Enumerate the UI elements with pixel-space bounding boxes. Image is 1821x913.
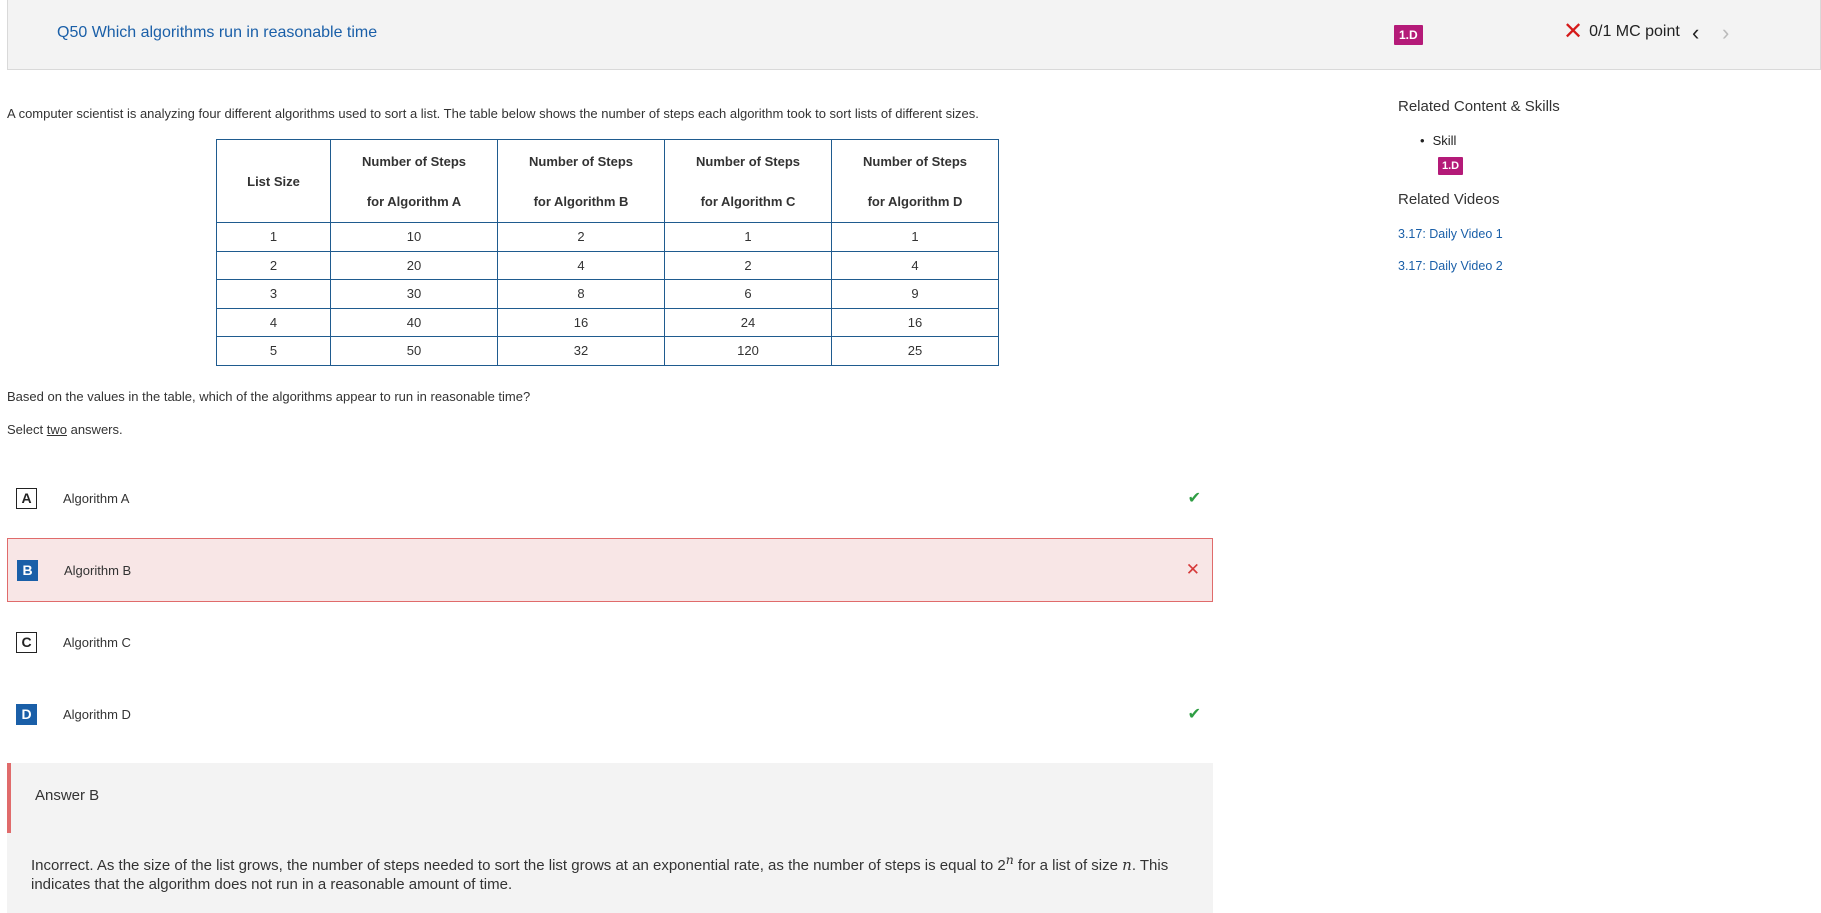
table-cell: 1 [216,222,331,252]
table-cell: 16 [831,307,999,337]
header-algorithm-c: Number of Steps for Algorithm C [664,139,832,223]
feedback-title: Answer B [35,787,100,804]
score-display: ✕ 0/1 MC point [1563,18,1680,45]
table-cell: 50 [330,336,498,366]
table-cell: 120 [664,336,832,366]
score-text: 0/1 MC point [1589,23,1680,40]
chevron-right-icon[interactable]: › [1722,20,1729,46]
question-title[interactable]: Q50 Which algorithms run in reasonable t… [57,24,377,42]
steps-table: List Size Number of Steps for Algorithm A… [216,139,999,366]
question-prompt: Based on the values in the table, which … [7,389,531,404]
table-cell: 4 [216,307,331,337]
table-cell: 9 [831,279,999,309]
header-list-size: List Size [216,139,331,223]
feedback-text: Incorrect. As the size of the list grows… [31,852,1169,893]
table-cell: 30 [330,279,498,309]
option-label: Algorithm A [63,490,130,506]
table-cell: 20 [330,250,498,280]
option-label: Algorithm C [63,634,131,650]
answer-option-c[interactable]: C Algorithm C [7,610,1213,674]
answer-option-d[interactable]: D Algorithm D ✔ [7,682,1213,746]
table-cell: 40 [330,307,498,337]
table-row: 3 30 8 6 9 [216,279,999,309]
close-icon: ✕ [1185,560,1200,579]
header-algorithm-b: Number of Steps for Algorithm B [497,139,665,223]
question-intro: A computer scientist is analyzing four d… [7,106,979,121]
video-link[interactable]: 3.17: Daily Video 2 [1398,259,1503,273]
related-videos-heading: Related Videos [1398,191,1500,208]
table-cell: 2 [497,222,665,252]
table-row: 2 20 4 2 4 [216,250,999,280]
table-header-row: List Size Number of Steps for Algorithm A… [216,139,999,223]
table-cell: 4 [497,250,665,280]
skill-list-item: Skill [1420,133,1457,148]
option-letter: D [16,703,37,725]
skill-badge: 1.D [1394,25,1423,45]
table-row: 5 50 32 120 25 [216,336,999,366]
table-cell: 4 [831,250,999,280]
sidebar-skill-badge: 1.D [1438,157,1464,175]
table-cell: 2 [216,250,331,280]
answer-option-b[interactable]: B Algorithm B ✕ [7,538,1213,602]
option-letter: C [16,631,37,653]
option-label: Algorithm B [64,562,132,578]
table-cell: 25 [831,336,999,366]
select-instruction: Select two answers. [7,422,123,437]
table-row: 4 40 16 24 16 [216,307,999,337]
table-cell: 10 [330,222,498,252]
video-link[interactable]: 3.17: Daily Video 1 [1398,227,1503,241]
chevron-left-icon[interactable]: ‹ [1692,20,1699,46]
table-cell: 24 [664,307,832,337]
incorrect-x-icon: ✕ [1563,18,1584,45]
question-header: Q50 Which algorithms run in reasonable t… [7,0,1821,70]
header-algorithm-d: Number of Steps for Algorithm D [831,139,999,223]
check-icon: ✔ [1187,706,1201,723]
table-cell: 1 [831,222,999,252]
table-cell: 6 [664,279,832,309]
answer-feedback: Answer B Incorrect. As the size of the l… [7,763,1213,913]
table-row: 1 10 2 1 1 [216,222,999,252]
table-cell: 1 [664,222,832,252]
option-letter: B [17,559,38,581]
table-cell: 16 [497,307,665,337]
answer-option-a[interactable]: A Algorithm A ✔ [7,466,1213,530]
table-cell: 2 [664,250,832,280]
feedback-accent-bar [7,763,11,833]
check-icon: ✔ [1187,490,1201,507]
table-cell: 5 [216,336,331,366]
table-cell: 3 [216,279,331,309]
table-cell: 32 [497,336,665,366]
option-label: Algorithm D [63,706,131,722]
option-letter: A [16,487,37,509]
header-algorithm-a: Number of Steps for Algorithm A [330,139,498,223]
table-cell: 8 [497,279,665,309]
related-content-heading: Related Content & Skills [1398,98,1560,115]
